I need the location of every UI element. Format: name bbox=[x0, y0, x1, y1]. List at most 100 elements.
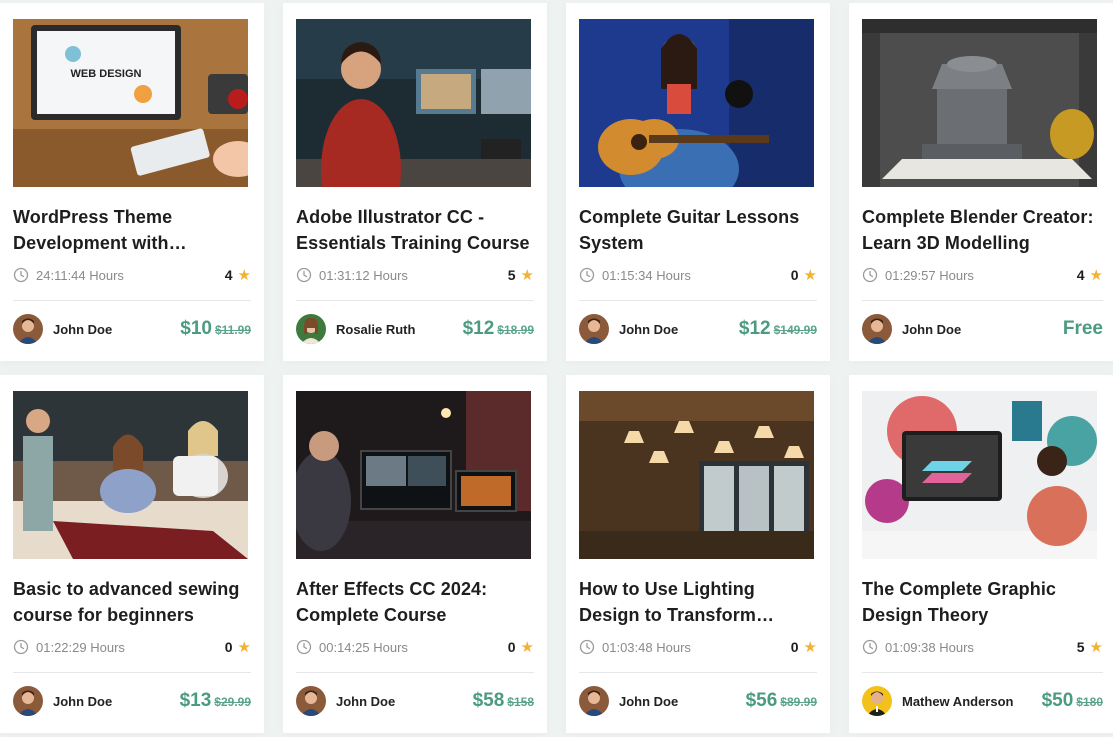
course-author[interactable]: Mathew Anderson bbox=[862, 686, 1013, 716]
course-card[interactable]: Basic to advanced sewing course for begi… bbox=[0, 375, 264, 733]
clock-icon bbox=[579, 267, 595, 283]
course-grid: WEB DESIGN WordPress Theme Development w… bbox=[0, 0, 1113, 737]
course-title[interactable]: After Effects CC 2024: Complete Course bbox=[296, 576, 534, 628]
duration-text: 00:14:25 Hours bbox=[319, 639, 408, 655]
original-price: $89.99 bbox=[780, 695, 817, 709]
clock-icon bbox=[296, 639, 312, 655]
author-name: John Doe bbox=[619, 321, 679, 337]
course-rating: 5 ★ bbox=[1077, 639, 1103, 655]
duration-text: 01:29:57 Hours bbox=[885, 267, 974, 283]
duration-text: 01:15:34 Hours bbox=[602, 267, 691, 283]
course-card[interactable]: After Effects CC 2024: Complete Course 0… bbox=[283, 375, 547, 733]
star-icon: ★ bbox=[237, 266, 251, 284]
course-duration: 00:14:25 Hours bbox=[296, 639, 408, 655]
course-title[interactable]: Basic to advanced sewing course for begi… bbox=[13, 576, 251, 628]
current-price: $56 bbox=[745, 690, 778, 711]
course-price: $50 $180 bbox=[1042, 690, 1103, 712]
clock-icon bbox=[13, 639, 29, 655]
course-meta: 01:09:38 Hours 5 ★ bbox=[862, 637, 1103, 657]
duration-text: 01:31:12 Hours bbox=[319, 267, 408, 283]
course-duration: 01:31:12 Hours bbox=[296, 267, 408, 283]
original-price: $29.99 bbox=[214, 695, 251, 709]
course-thumbnail[interactable] bbox=[862, 391, 1097, 559]
current-price: $12 bbox=[738, 318, 771, 339]
clock-icon bbox=[13, 267, 29, 283]
star-icon: ★ bbox=[520, 266, 534, 284]
star-icon: ★ bbox=[520, 638, 534, 656]
author-name: Rosalie Ruth bbox=[336, 321, 416, 337]
course-author[interactable]: Rosalie Ruth bbox=[296, 314, 415, 344]
course-rating: 5 ★ bbox=[508, 267, 534, 283]
course-card[interactable]: Complete Guitar Lessons System 01:15:34 … bbox=[566, 3, 830, 361]
clock-icon bbox=[862, 267, 878, 283]
clock-icon bbox=[579, 639, 595, 655]
course-thumbnail[interactable] bbox=[296, 19, 531, 187]
course-thumbnail[interactable] bbox=[13, 391, 248, 559]
course-price: $10 $11.99 bbox=[180, 318, 251, 340]
rating-value: 5 bbox=[1076, 639, 1085, 655]
current-price: $50 bbox=[1041, 690, 1074, 711]
original-price: $149.99 bbox=[773, 323, 817, 337]
course-price: $12 $149.99 bbox=[739, 318, 817, 340]
course-rating: 4 ★ bbox=[1077, 267, 1103, 283]
course-title[interactable]: The Complete Graphic Design Theory bbox=[862, 576, 1103, 628]
current-price: $12 bbox=[462, 318, 495, 339]
course-card[interactable]: Complete Blender Creator: Learn 3D Model… bbox=[849, 3, 1113, 361]
original-price: $18.99 bbox=[497, 323, 534, 337]
course-card[interactable]: WEB DESIGN WordPress Theme Development w… bbox=[0, 3, 264, 361]
course-title[interactable]: How to Use Lighting Design to Transform … bbox=[579, 576, 817, 628]
clock-icon bbox=[862, 639, 878, 655]
course-meta: 01:31:12 Hours 5 ★ bbox=[296, 265, 534, 285]
course-card[interactable]: Adobe Illustrator CC - Essentials Traini… bbox=[283, 3, 547, 361]
course-thumbnail[interactable] bbox=[579, 391, 814, 559]
rating-value: 4 bbox=[1076, 267, 1085, 283]
course-author[interactable]: John Doe bbox=[13, 314, 112, 344]
course-author[interactable]: John Doe bbox=[13, 686, 112, 716]
course-title[interactable]: Adobe Illustrator CC - Essentials Traini… bbox=[296, 204, 534, 256]
course-footer: Rosalie Ruth $12 $18.99 bbox=[296, 301, 534, 357]
avatar bbox=[296, 686, 326, 716]
course-meta: 01:29:57 Hours 4 ★ bbox=[862, 265, 1103, 285]
course-thumbnail[interactable] bbox=[579, 19, 814, 187]
course-price: $12 $18.99 bbox=[463, 318, 534, 340]
course-duration: 01:09:38 Hours bbox=[862, 639, 974, 655]
course-duration: 01:15:34 Hours bbox=[579, 267, 691, 283]
course-meta: 01:03:48 Hours 0 ★ bbox=[579, 637, 817, 657]
duration-text: 01:22:29 Hours bbox=[36, 639, 125, 655]
course-meta: 01:22:29 Hours 0 ★ bbox=[13, 637, 251, 657]
course-footer: John Doe $58 $158 bbox=[296, 673, 534, 729]
current-price: $58 bbox=[472, 690, 505, 711]
avatar bbox=[296, 314, 326, 344]
author-name: John Doe bbox=[53, 321, 113, 337]
course-thumbnail[interactable] bbox=[862, 19, 1097, 187]
course-title[interactable]: WordPress Theme Development with… bbox=[13, 204, 251, 256]
course-meta: 24:11:44 Hours 4 ★ bbox=[13, 265, 251, 285]
course-thumbnail[interactable] bbox=[296, 391, 531, 559]
course-rating: 0 ★ bbox=[791, 267, 817, 283]
star-icon: ★ bbox=[1089, 638, 1103, 656]
course-title[interactable]: Complete Guitar Lessons System bbox=[579, 204, 817, 256]
rating-value: 0 bbox=[224, 639, 233, 655]
course-meta: 00:14:25 Hours 0 ★ bbox=[296, 637, 534, 657]
course-author[interactable]: John Doe bbox=[579, 686, 678, 716]
course-price: $56 $89.99 bbox=[746, 690, 817, 712]
author-name: John Doe bbox=[53, 693, 113, 709]
course-price: $13 $29.99 bbox=[180, 690, 251, 712]
original-price: $158 bbox=[507, 695, 534, 709]
course-title[interactable]: Complete Blender Creator: Learn 3D Model… bbox=[862, 204, 1103, 256]
course-card[interactable]: How to Use Lighting Design to Transform … bbox=[566, 375, 830, 733]
course-duration: 24:11:44 Hours bbox=[13, 267, 124, 283]
course-thumbnail[interactable]: WEB DESIGN bbox=[13, 19, 248, 187]
course-card[interactable]: The Complete Graphic Design Theory 01:09… bbox=[849, 375, 1113, 733]
course-footer: John Doe $10 $11.99 bbox=[13, 301, 251, 357]
course-rating: 0 ★ bbox=[791, 639, 817, 655]
svg-text:WEB DESIGN: WEB DESIGN bbox=[71, 68, 142, 80]
course-footer: John Doe Free bbox=[862, 301, 1103, 357]
author-name: John Doe bbox=[619, 693, 679, 709]
avatar bbox=[579, 686, 609, 716]
course-rating: 0 ★ bbox=[225, 639, 251, 655]
course-author[interactable]: John Doe bbox=[296, 686, 395, 716]
course-author[interactable]: John Doe bbox=[579, 314, 678, 344]
course-author[interactable]: John Doe bbox=[862, 314, 961, 344]
avatar bbox=[579, 314, 609, 344]
